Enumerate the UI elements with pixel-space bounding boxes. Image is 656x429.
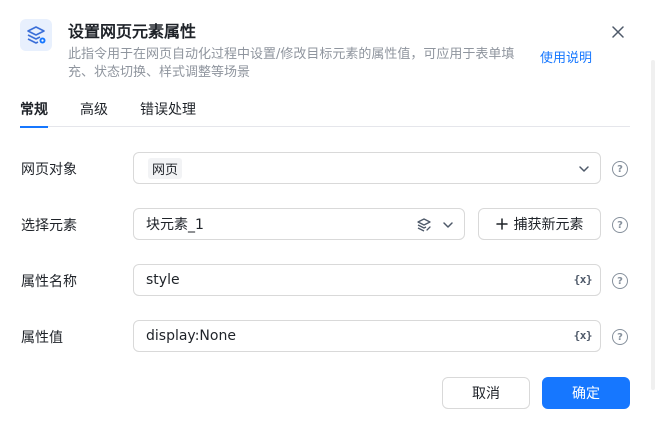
capture-element-label: 捕获新元素 bbox=[513, 217, 584, 233]
help-icon[interactable]: ? bbox=[612, 273, 628, 289]
dialog-title: 设置网页元素属性 bbox=[68, 22, 197, 41]
attr-value-row: 属性值 display:None {x} ? bbox=[0, 320, 656, 354]
attr-value-input[interactable]: display:None {x} bbox=[133, 320, 601, 352]
help-icon[interactable]: ? bbox=[612, 329, 628, 345]
attr-name-value: style bbox=[146, 272, 180, 288]
close-icon bbox=[612, 26, 624, 38]
tab-bar: 常规 高级 错误处理 bbox=[20, 99, 630, 128]
variable-icon[interactable]: {x} bbox=[574, 329, 593, 342]
cancel-button[interactable]: 取消 bbox=[442, 377, 530, 409]
element-select-value: 块元素_1 bbox=[146, 217, 204, 233]
tab-advanced[interactable]: 高级 bbox=[80, 99, 108, 127]
select-element-row: 选择元素 块元素_1 捕获新元素 ? bbox=[0, 208, 656, 242]
element-layers-icon[interactable] bbox=[416, 217, 432, 233]
select-element-label: 选择元素 bbox=[21, 218, 77, 234]
layers-gear-icon bbox=[20, 19, 52, 51]
tab-general[interactable]: 常规 bbox=[20, 99, 48, 128]
web-object-chip: 网页 bbox=[148, 157, 183, 179]
help-icon[interactable]: ? bbox=[612, 217, 628, 233]
tab-error-handling[interactable]: 错误处理 bbox=[140, 99, 196, 127]
help-link[interactable]: 使用说明 bbox=[540, 47, 592, 66]
web-object-select[interactable]: 网页 bbox=[133, 152, 601, 184]
help-icon[interactable]: ? bbox=[612, 161, 628, 177]
attr-name-input[interactable]: style {x} bbox=[133, 264, 601, 296]
capture-element-button[interactable]: 捕获新元素 bbox=[478, 208, 601, 240]
attr-name-row: 属性名称 style {x} ? bbox=[0, 264, 656, 298]
chevron-down-icon bbox=[579, 166, 589, 172]
plus-icon bbox=[495, 218, 508, 230]
web-object-row: 网页对象 网页 ? bbox=[0, 152, 656, 186]
attr-name-label: 属性名称 bbox=[21, 274, 77, 290]
close-button[interactable] bbox=[608, 22, 628, 42]
variable-icon[interactable]: {x} bbox=[574, 273, 593, 286]
dialog-description: 此指令用于在网页自动化过程中设置/修改目标元素的属性值，可应用于表单填充、状态切… bbox=[68, 47, 515, 80]
web-object-label: 网页对象 bbox=[21, 162, 77, 178]
confirm-button[interactable]: 确定 bbox=[542, 377, 630, 409]
attr-value-value: display:None bbox=[146, 328, 236, 344]
attr-value-label: 属性值 bbox=[21, 330, 63, 346]
chevron-down-icon bbox=[443, 222, 453, 228]
element-select[interactable]: 块元素_1 bbox=[133, 208, 465, 240]
scrollbar[interactable] bbox=[651, 60, 655, 390]
